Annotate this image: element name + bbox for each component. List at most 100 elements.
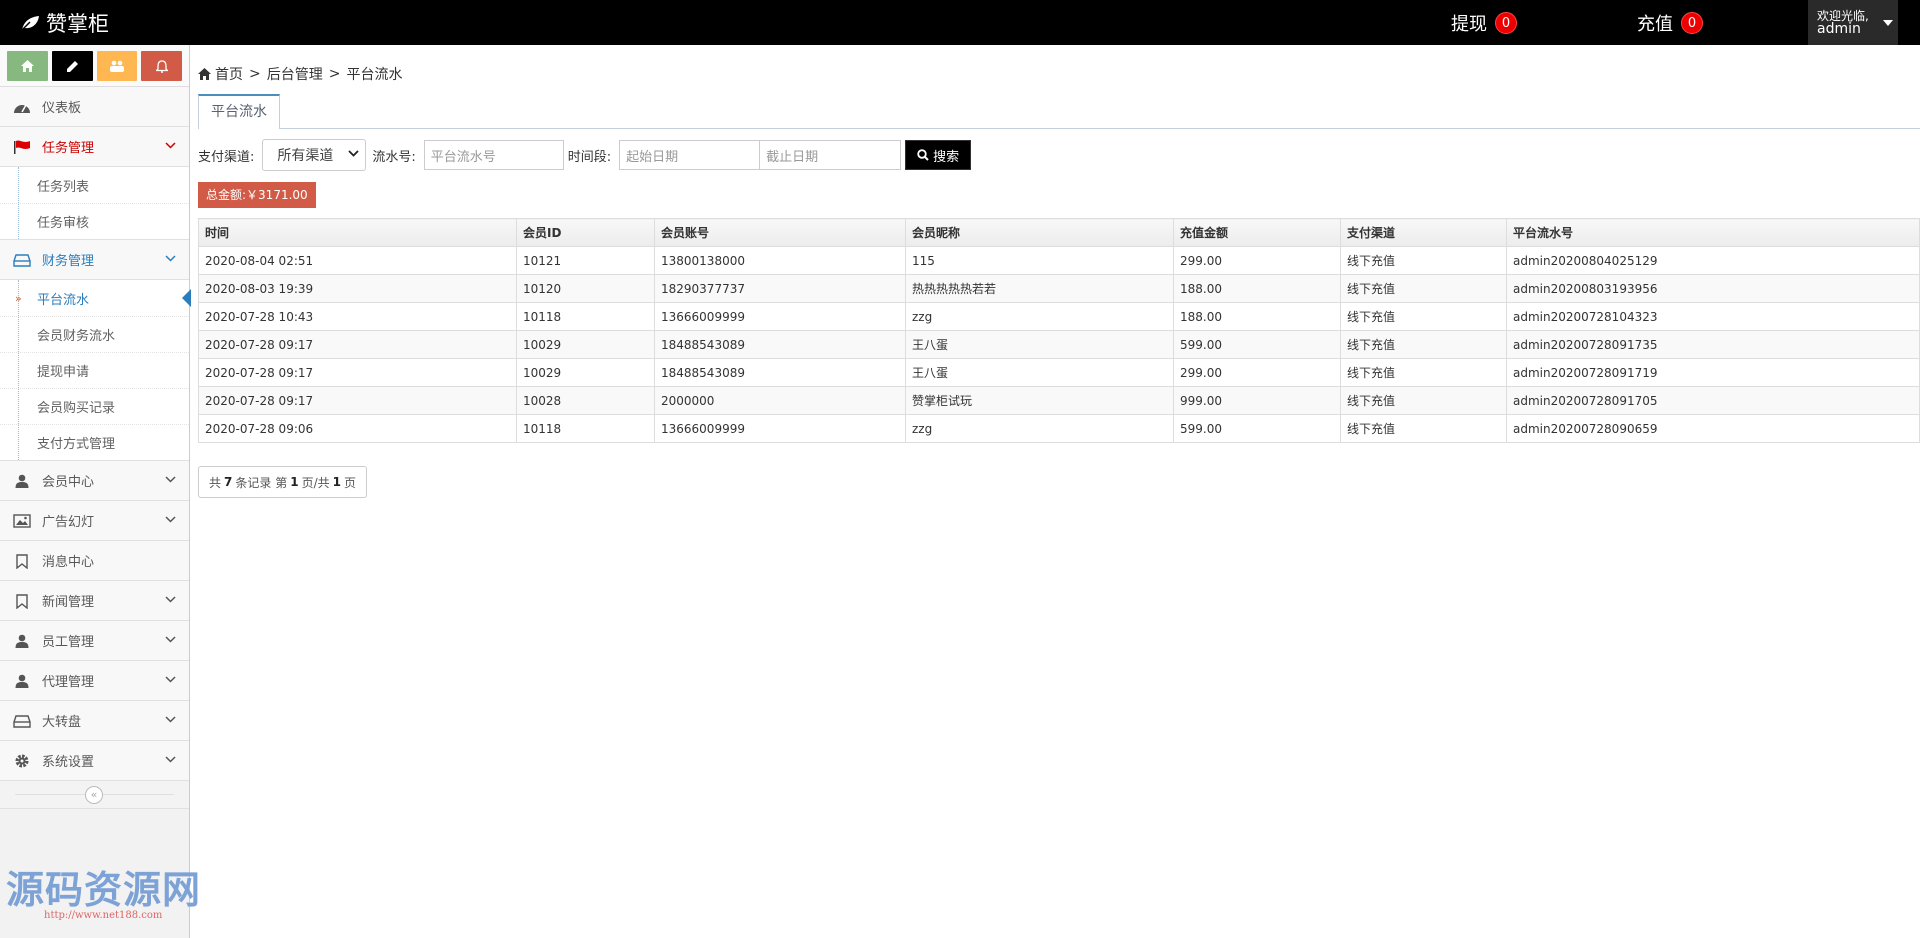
table-cell: 13666009999 (654, 414, 906, 443)
period-label: 时间段: (567, 149, 612, 165)
breadcrumb-home[interactable]: 首页 (215, 64, 243, 84)
tab-platform-flow[interactable]: 平台流水 (198, 94, 280, 129)
chevron-down-icon (165, 142, 176, 149)
edit-shortcut-button[interactable] (51, 51, 93, 81)
table-cell: 线下充值 (1340, 330, 1507, 359)
table-cell: 115 (905, 246, 1174, 275)
pager-records: 7 (224, 475, 233, 489)
sidebar-item-label: 员工管理 (42, 635, 95, 650)
subitem-label: 平台流水 (37, 292, 90, 308)
total-amount-badge: 总金额:￥3171.00 (198, 182, 316, 208)
sidebar-item-messages[interactable]: 消息中心 (0, 541, 189, 581)
withdraw-link[interactable]: 提现 0 (1451, 0, 1517, 45)
sidebar-item-finance[interactable]: 财务管理 (0, 240, 189, 280)
sidebar-subitem-task-list[interactable]: 任务列表 (0, 167, 189, 203)
serial-input[interactable]: 平台流水号 (423, 140, 564, 170)
table-cell: admin20200728091705 (1506, 386, 1920, 415)
pager-page: 1 (290, 475, 299, 489)
notify-shortcut-button[interactable] (141, 51, 182, 81)
top-navbar: 赞掌柜 提现 0 充值 0 欢迎光临, admin (0, 0, 1920, 45)
sidebar-item-tasks[interactable]: 任务管理 (0, 127, 189, 167)
gear-icon (12, 753, 32, 769)
table-cell: 2020-07-28 09:17 (198, 386, 517, 415)
tab-bar: 平台流水 (198, 94, 1920, 129)
table-cell: 线下充值 (1340, 302, 1507, 331)
bookmark-icon (12, 593, 32, 609)
table-cell: 13800138000 (654, 246, 906, 275)
column-header: 充值金额 (1173, 218, 1341, 247)
table-row: 2020-07-28 09:17 10029 18488543089 王八蛋 299.0… (198, 358, 1920, 387)
sidebar-subitem-task-review[interactable]: 任务审核 (0, 203, 189, 239)
subitem-label: 任务列表 (37, 179, 90, 195)
sidebar-item-news[interactable]: 新闻管理 (0, 581, 189, 621)
pager-suffix: 页 (343, 475, 356, 490)
bell-icon (155, 59, 168, 73)
chevron-down-icon (348, 150, 360, 157)
pencil-icon (66, 60, 78, 72)
home-icon (20, 60, 34, 72)
sidebar-item-wheel[interactable]: 大转盘 (0, 701, 189, 741)
sidebar-item-agents[interactable]: 代理管理 (0, 661, 189, 701)
chevron-down-icon (165, 636, 176, 643)
subitem-label: 会员购买记录 (37, 401, 116, 416)
start-date-input[interactable]: 起始日期 (619, 140, 761, 170)
sidebar-subitem-withdraw-requests[interactable]: 提现申请 (0, 352, 189, 388)
sidebar-item-label: 会员中心 (42, 475, 95, 490)
sidebar-item-settings[interactable]: 系统设置 (0, 741, 189, 781)
sidebar-subitem-member-finance[interactable]: 会员财务流水 (0, 316, 189, 352)
sidebar-item-ads[interactable]: 广告幻灯 (0, 501, 189, 541)
table-cell: 线下充值 (1340, 274, 1507, 303)
column-header: 会员账号 (654, 218, 906, 247)
table-cell: 18488543089 (654, 330, 906, 359)
sidebar-subitem-platform-flow[interactable]: » 平台流水 (0, 280, 191, 316)
sidebar-item-members[interactable]: 会员中心 (0, 461, 189, 501)
table-cell: 2020-08-04 02:51 (198, 246, 517, 275)
table-cell: zzg (905, 302, 1174, 331)
search-button[interactable]: 搜索 (905, 140, 972, 170)
brand[interactable]: 赞掌柜 (20, 0, 109, 45)
recharge-label: 充值 (1637, 13, 1673, 35)
pager-pages: 1 (332, 475, 341, 489)
breadcrumb-level1[interactable]: 后台管理 (267, 64, 323, 84)
table-cell: 10029 (516, 358, 655, 387)
channel-select[interactable]: 所有渠道 (262, 139, 367, 171)
table-cell: 线下充值 (1340, 414, 1507, 443)
table-cell: 2020-07-28 09:17 (198, 330, 517, 359)
recharge-link[interactable]: 充值 0 (1637, 0, 1703, 45)
sidebar-item-label: 消息中心 (42, 555, 95, 570)
caret-down-icon (1883, 20, 1893, 26)
sidebar-item-label: 新闻管理 (42, 595, 95, 610)
sidebar-item-dashboard[interactable]: 仪表板 (0, 87, 189, 127)
sidebar-item-label: 仪表板 (42, 101, 82, 116)
user-name: admin (1817, 21, 1861, 37)
table-cell: 2020-07-28 09:06 (198, 414, 517, 443)
users-shortcut-button[interactable] (96, 51, 138, 81)
sidebar-subitem-payment-methods[interactable]: 支付方式管理 (0, 424, 189, 460)
subitem-label: 支付方式管理 (37, 437, 116, 452)
sidebar-subitem-purchase-records[interactable]: 会员购买记录 (0, 388, 189, 424)
table-header-row: 时间 会员ID 会员账号 会员昵称 充值金额 支付渠道 平台流水号 (198, 218, 1920, 247)
table-cell: admin20200804025129 (1506, 246, 1920, 275)
table-row: 2020-07-28 09:06 10118 13666009999 zzg 599.0… (198, 414, 1920, 443)
table-cell: 599.00 (1173, 414, 1341, 443)
brand-name: 赞掌柜 (46, 11, 109, 36)
user-menu[interactable]: 欢迎光临, admin (1808, 0, 1898, 45)
end-date-input[interactable]: 截止日期 (760, 140, 902, 170)
table-cell: 热热热热热若若 (905, 274, 1174, 303)
table-cell: 999.00 (1173, 386, 1341, 415)
breadcrumb: 首页 > 后台管理 > 平台流水 (198, 64, 402, 84)
users-icon (109, 60, 124, 72)
table-cell: admin20200728091735 (1506, 330, 1920, 359)
bookmark-icon (12, 553, 32, 569)
chevron-down-icon (165, 676, 176, 683)
double-angle-left-icon[interactable]: « (85, 786, 103, 804)
table-cell: 线下充值 (1340, 386, 1507, 415)
table-cell: 299.00 (1173, 358, 1341, 387)
sidebar-item-staff[interactable]: 员工管理 (0, 621, 189, 661)
subitem-label: 会员财务流水 (37, 329, 116, 344)
sidebar-collapse-bar: « (0, 781, 189, 809)
double-angle-right-icon: » (15, 291, 22, 305)
home-shortcut-button[interactable] (7, 51, 48, 81)
recharge-count-badge: 0 (1681, 11, 1703, 34)
table-cell: 王八蛋 (905, 330, 1174, 359)
